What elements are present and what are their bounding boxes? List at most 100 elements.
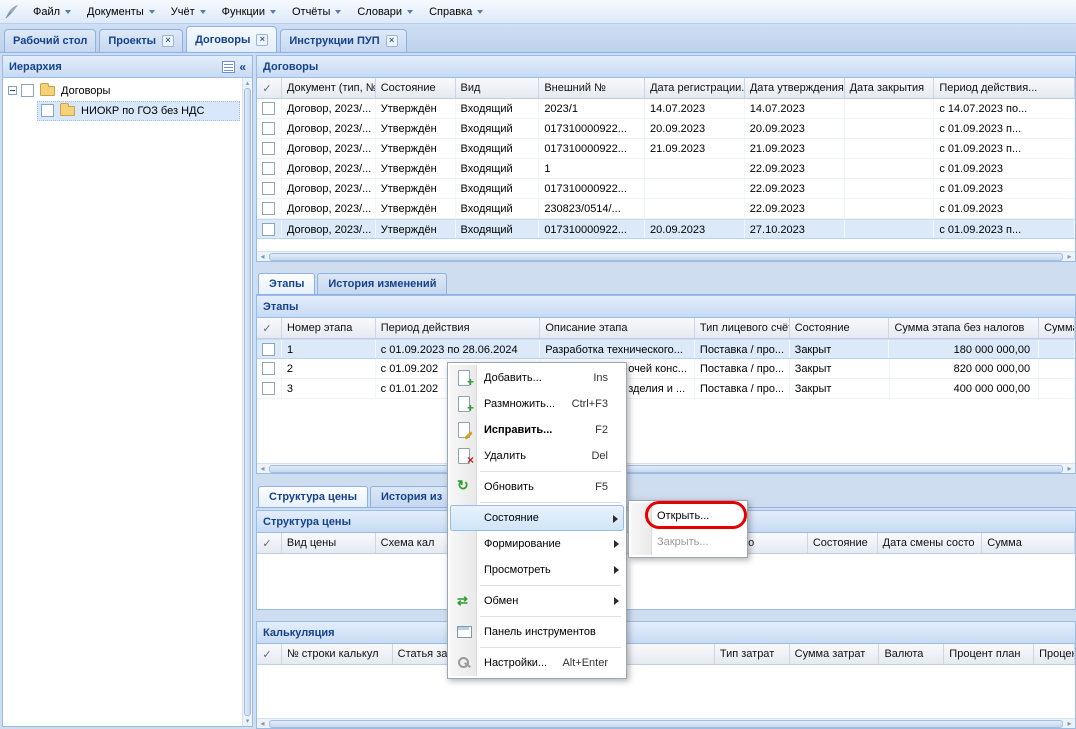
tab-item[interactable]: История изменений	[317, 273, 447, 294]
column-header[interactable]: Номер этапа	[282, 318, 376, 338]
menubar-item[interactable]: Функции	[214, 2, 284, 22]
tree-checkbox[interactable]	[41, 104, 54, 117]
tree-expander-icon[interactable]	[8, 86, 17, 95]
column-header[interactable]: Дата утверждения	[745, 78, 845, 98]
locate-record-icon[interactable]	[222, 61, 235, 73]
table-row[interactable]: 1с 01.09.2023 по 28.06.2024Разработка те…	[257, 339, 1075, 359]
menu-item[interactable]: Просмотреть	[450, 557, 624, 583]
menubar-item[interactable]: Документы	[79, 2, 163, 22]
menubar-item[interactable]: Справка	[421, 2, 491, 22]
row-checkbox[interactable]	[262, 202, 275, 215]
scroll-left-icon[interactable]: ◂	[257, 464, 268, 473]
scrollbar-thumb[interactable]	[269, 720, 1063, 728]
column-header[interactable]: Процент план	[944, 644, 1034, 664]
column-header[interactable]: Валюта	[879, 644, 944, 664]
row-checkbox[interactable]	[262, 223, 275, 236]
scroll-up-icon[interactable]: ▴	[243, 79, 252, 87]
column-header[interactable]: Состояние	[808, 533, 878, 553]
table-row[interactable]: Договор, 2023/...УтверждёнВходящий2023/1…	[257, 99, 1075, 119]
column-header[interactable]: Сумма	[1039, 318, 1075, 338]
scroll-left-icon[interactable]: ◂	[257, 252, 268, 261]
column-header[interactable]: Состояние	[790, 318, 890, 338]
tab-item[interactable]: Инструкции ПУП×	[280, 29, 406, 52]
row-checkbox[interactable]	[262, 343, 275, 356]
table-row[interactable]: 3с 01.01.202зделия и ...Поставка / про..…	[257, 379, 1075, 399]
column-header[interactable]: Дата смены состо	[878, 533, 983, 553]
column-header[interactable]: Процент ф	[1034, 644, 1075, 664]
tree-node-label[interactable]: НИОКР по ГОЗ без НДС	[81, 105, 204, 117]
tree-node-label[interactable]: Договоры	[61, 85, 110, 97]
table-row[interactable]: 2с 01.09.202очей конс...Поставка / про..…	[257, 359, 1075, 379]
tree-node[interactable]: НИОКР по ГОЗ без НДС	[3, 101, 242, 121]
column-header[interactable]: Документ (тип, №	[282, 78, 376, 98]
menu-item[interactable]: Настройки...Alt+Enter	[450, 650, 624, 676]
horizontal-scrollbar[interactable]: ◂ ▸	[257, 718, 1075, 728]
row-checkbox[interactable]	[262, 182, 275, 195]
horizontal-scrollbar[interactable]: ◂ ▸	[257, 251, 1075, 261]
collapse-panel-button[interactable]: «	[239, 61, 246, 73]
row-checkbox[interactable]	[262, 122, 275, 135]
scroll-right-icon[interactable]: ▸	[1064, 719, 1075, 728]
tab-close-button[interactable]: ×	[386, 35, 398, 47]
menu-item[interactable]: Обмен	[450, 588, 624, 614]
tab-item[interactable]: История из	[370, 486, 453, 507]
column-header[interactable]: ✓	[257, 78, 282, 98]
row-checkbox[interactable]	[262, 162, 275, 175]
scroll-down-icon[interactable]: ▾	[243, 717, 252, 725]
vertical-scrollbar[interactable]: ▴ ▾	[242, 78, 252, 726]
column-header[interactable]: Описание этапа	[540, 318, 695, 338]
scrollbar-thumb[interactable]	[269, 253, 1063, 261]
menubar-item[interactable]: Отчёты	[284, 2, 349, 22]
column-header[interactable]: ✓	[257, 644, 282, 664]
menu-item[interactable]: ОбновитьF5	[450, 474, 624, 500]
menu-item[interactable]: Состояние	[450, 505, 624, 531]
column-header[interactable]: № строки калькул	[282, 644, 393, 664]
scroll-left-icon[interactable]: ◂	[257, 719, 268, 728]
tab-item[interactable]: Рабочий стол	[4, 29, 96, 52]
column-header[interactable]: Дата закрытия	[845, 78, 935, 98]
tree-checkbox[interactable]	[21, 84, 34, 97]
column-header[interactable]: Внешний №	[539, 78, 645, 98]
scroll-right-icon[interactable]: ▸	[1064, 464, 1075, 473]
row-checkbox[interactable]	[262, 142, 275, 155]
column-header[interactable]: ✓	[257, 533, 282, 553]
scrollbar-thumb[interactable]	[269, 465, 1063, 473]
column-header[interactable]: ✓	[257, 318, 282, 338]
menu-item[interactable]: Панель инструментов	[450, 619, 624, 645]
menu-item[interactable]: Размножить...Ctrl+F3	[450, 391, 624, 417]
tab-active[interactable]: Договоры×	[186, 26, 277, 52]
menu-item[interactable]: Исправить...F2	[450, 417, 624, 443]
row-checkbox[interactable]	[262, 382, 275, 395]
column-header[interactable]: Вид цены	[282, 533, 376, 553]
column-header[interactable]: Период действия	[376, 318, 541, 338]
column-header[interactable]: Период действия...	[934, 78, 1075, 98]
column-header[interactable]: Сумма	[982, 533, 1075, 553]
menubar-item[interactable]: Учёт	[163, 2, 214, 22]
scrollbar-thumb[interactable]	[244, 88, 251, 716]
menu-item[interactable]: УдалитьDel	[450, 443, 624, 469]
column-header[interactable]: Тип лицевого счёт	[695, 318, 790, 338]
row-checkbox[interactable]	[262, 362, 275, 375]
column-header[interactable]: Сумма затрат	[790, 644, 880, 664]
tab-active[interactable]: Этапы	[258, 273, 315, 294]
column-header[interactable]: Дата регистрации.	[645, 78, 745, 98]
table-row[interactable]: Договор, 2023/...УтверждёнВходящий122.09…	[257, 159, 1075, 179]
menubar-item[interactable]: Словари	[349, 2, 421, 22]
table-row[interactable]: Договор, 2023/...УтверждёнВходящий017310…	[257, 139, 1075, 159]
tab-active[interactable]: Структура цены	[258, 486, 368, 507]
column-header[interactable]: Состояние	[376, 78, 456, 98]
column-header[interactable]: Тип затрат	[715, 644, 790, 664]
table-row[interactable]: Договор, 2023/...УтверждёнВходящий017310…	[257, 219, 1075, 239]
table-row[interactable]: Договор, 2023/...УтверждёнВходящий017310…	[257, 119, 1075, 139]
horizontal-scrollbar[interactable]: ◂ ▸	[257, 463, 1075, 473]
scroll-right-icon[interactable]: ▸	[1064, 252, 1075, 261]
menubar-item[interactable]: Файл	[25, 2, 79, 22]
menu-item[interactable]: Формирование	[450, 531, 624, 557]
table-row[interactable]: Договор, 2023/...УтверждёнВходящий230823…	[257, 199, 1075, 219]
tab-close-button[interactable]: ×	[162, 35, 174, 47]
tab-close-button[interactable]: ×	[256, 34, 268, 46]
column-header[interactable]: Вид	[456, 78, 540, 98]
row-checkbox[interactable]	[262, 102, 275, 115]
menu-item[interactable]: Добавить...Ins	[450, 365, 624, 391]
tree-node[interactable]: Договоры	[3, 81, 242, 101]
